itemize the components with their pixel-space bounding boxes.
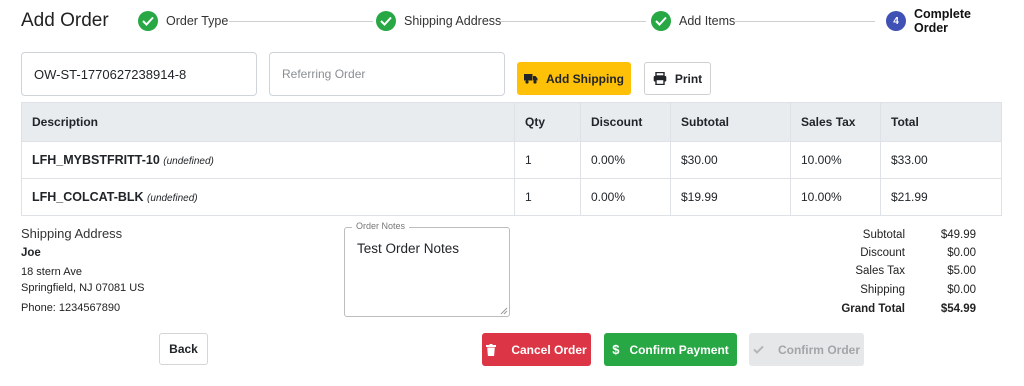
shipping-name: Joe	[21, 247, 41, 259]
resize-grip-icon[interactable]	[500, 307, 508, 315]
item-description: LFH_MYBSTFRITT-10 (undefined)	[21, 141, 515, 179]
back-label: Back	[169, 342, 198, 356]
step-number-badge: 4	[886, 11, 906, 31]
add-shipping-label: Add Shipping	[546, 71, 624, 86]
totals-value-discount: $0.00	[947, 247, 976, 259]
confirm-payment-button[interactable]: $ Confirm Payment	[604, 333, 737, 366]
step-label: Complete Order	[914, 7, 971, 35]
add-shipping-button[interactable]: Add Shipping	[517, 62, 631, 95]
totals-label-subtotal: Subtotal	[862, 229, 905, 241]
column-header-qty: Qty	[514, 102, 581, 142]
table-header-row: Description Qty Discount Subtotal Sales …	[21, 102, 1002, 142]
column-header-subtotal: Subtotal	[670, 102, 791, 142]
shipping-city-line: Springfield, NJ 07081 US	[21, 282, 145, 294]
item-note: (undefined)	[163, 156, 214, 167]
back-button[interactable]: Back	[159, 333, 208, 365]
table-row: LFH_COLCAT-BLK (undefined) 1 0.00% $19.9…	[21, 178, 1002, 216]
item-total: $21.99	[880, 178, 1002, 216]
item-sku: LFH_COLCAT-BLK	[32, 190, 144, 204]
shipping-address-heading: Shipping Address	[21, 226, 123, 241]
cancel-order-label: Cancel Order	[511, 342, 587, 357]
cancel-order-button[interactable]: Cancel Order	[482, 333, 591, 366]
order-id-input[interactable]	[21, 52, 257, 96]
confirm-payment-label: Confirm Payment	[629, 342, 729, 357]
totals-label-shipping: Shipping	[860, 284, 905, 296]
check-circle-icon	[138, 11, 158, 31]
confirm-order-button: Confirm Order	[749, 333, 864, 366]
step-label: Order Type	[166, 14, 229, 28]
checkmark-icon	[753, 345, 764, 354]
confirm-order-label: Confirm Order	[777, 342, 860, 357]
step-add-items: Add Items	[651, 10, 735, 32]
item-discount: 0.00%	[580, 141, 671, 179]
order-notes-label: Order Notes	[352, 221, 410, 231]
truck-icon	[524, 74, 538, 84]
check-circle-icon	[376, 11, 396, 31]
step-connector	[229, 21, 373, 22]
totals-value-grand-total: $54.99	[940, 303, 976, 315]
step-label: Add Items	[679, 14, 736, 28]
totals-value-subtotal: $49.99	[940, 229, 976, 241]
order-notes-value: Test Order Notes	[357, 241, 460, 256]
shipping-street: 18 stern Ave	[21, 266, 82, 278]
item-qty: 1	[514, 178, 581, 216]
totals-value-shipping: $0.00	[947, 284, 976, 296]
totals-label-grand-total: Grand Total	[841, 303, 905, 315]
totals-value-sales-tax: $5.00	[947, 265, 976, 277]
order-items-table: Description Qty Discount Subtotal Sales …	[21, 102, 1002, 216]
item-sales-tax: 10.00%	[790, 178, 881, 216]
order-stepper: Order Type Shipping Address Add Items 4 …	[138, 7, 998, 35]
step-complete-order: 4 Complete Order	[886, 7, 998, 35]
dollar-icon: $	[612, 342, 620, 357]
item-description: LFH_COLCAT-BLK (undefined)	[21, 178, 515, 216]
item-total: $33.00	[880, 141, 1002, 179]
table-row: LFH_MYBSTFRITT-10 (undefined) 1 0.00% $3…	[21, 141, 1002, 179]
check-circle-icon	[651, 11, 671, 31]
step-connector	[735, 21, 875, 22]
printer-icon	[653, 72, 667, 85]
print-button[interactable]: Print	[644, 62, 711, 95]
trash-icon	[486, 343, 497, 356]
column-header-sales-tax: Sales Tax	[790, 102, 881, 142]
print-label: Print	[674, 71, 703, 86]
item-sku: LFH_MYBSTFRITT-10	[32, 153, 160, 167]
step-order-type: Order Type	[138, 10, 228, 32]
step-connector	[500, 21, 646, 22]
page-title: Add Order	[21, 10, 109, 31]
totals-label-sales-tax: Sales Tax	[855, 265, 905, 277]
item-sales-tax: 10.00%	[790, 141, 881, 179]
item-qty: 1	[514, 141, 581, 179]
item-subtotal: $19.99	[670, 178, 791, 216]
shipping-phone: Phone: 1234567890	[21, 302, 121, 314]
referring-order-input[interactable]	[269, 52, 505, 96]
item-subtotal: $30.00	[670, 141, 791, 179]
column-header-discount: Discount	[580, 102, 671, 142]
step-label: Shipping Address	[404, 14, 502, 28]
totals-label-discount: Discount	[860, 247, 905, 259]
item-note: (undefined)	[147, 193, 198, 204]
column-header-description: Description	[21, 102, 515, 142]
step-shipping-address: Shipping Address	[376, 10, 501, 32]
column-header-total: Total	[880, 102, 1002, 142]
item-discount: 0.00%	[580, 178, 671, 216]
